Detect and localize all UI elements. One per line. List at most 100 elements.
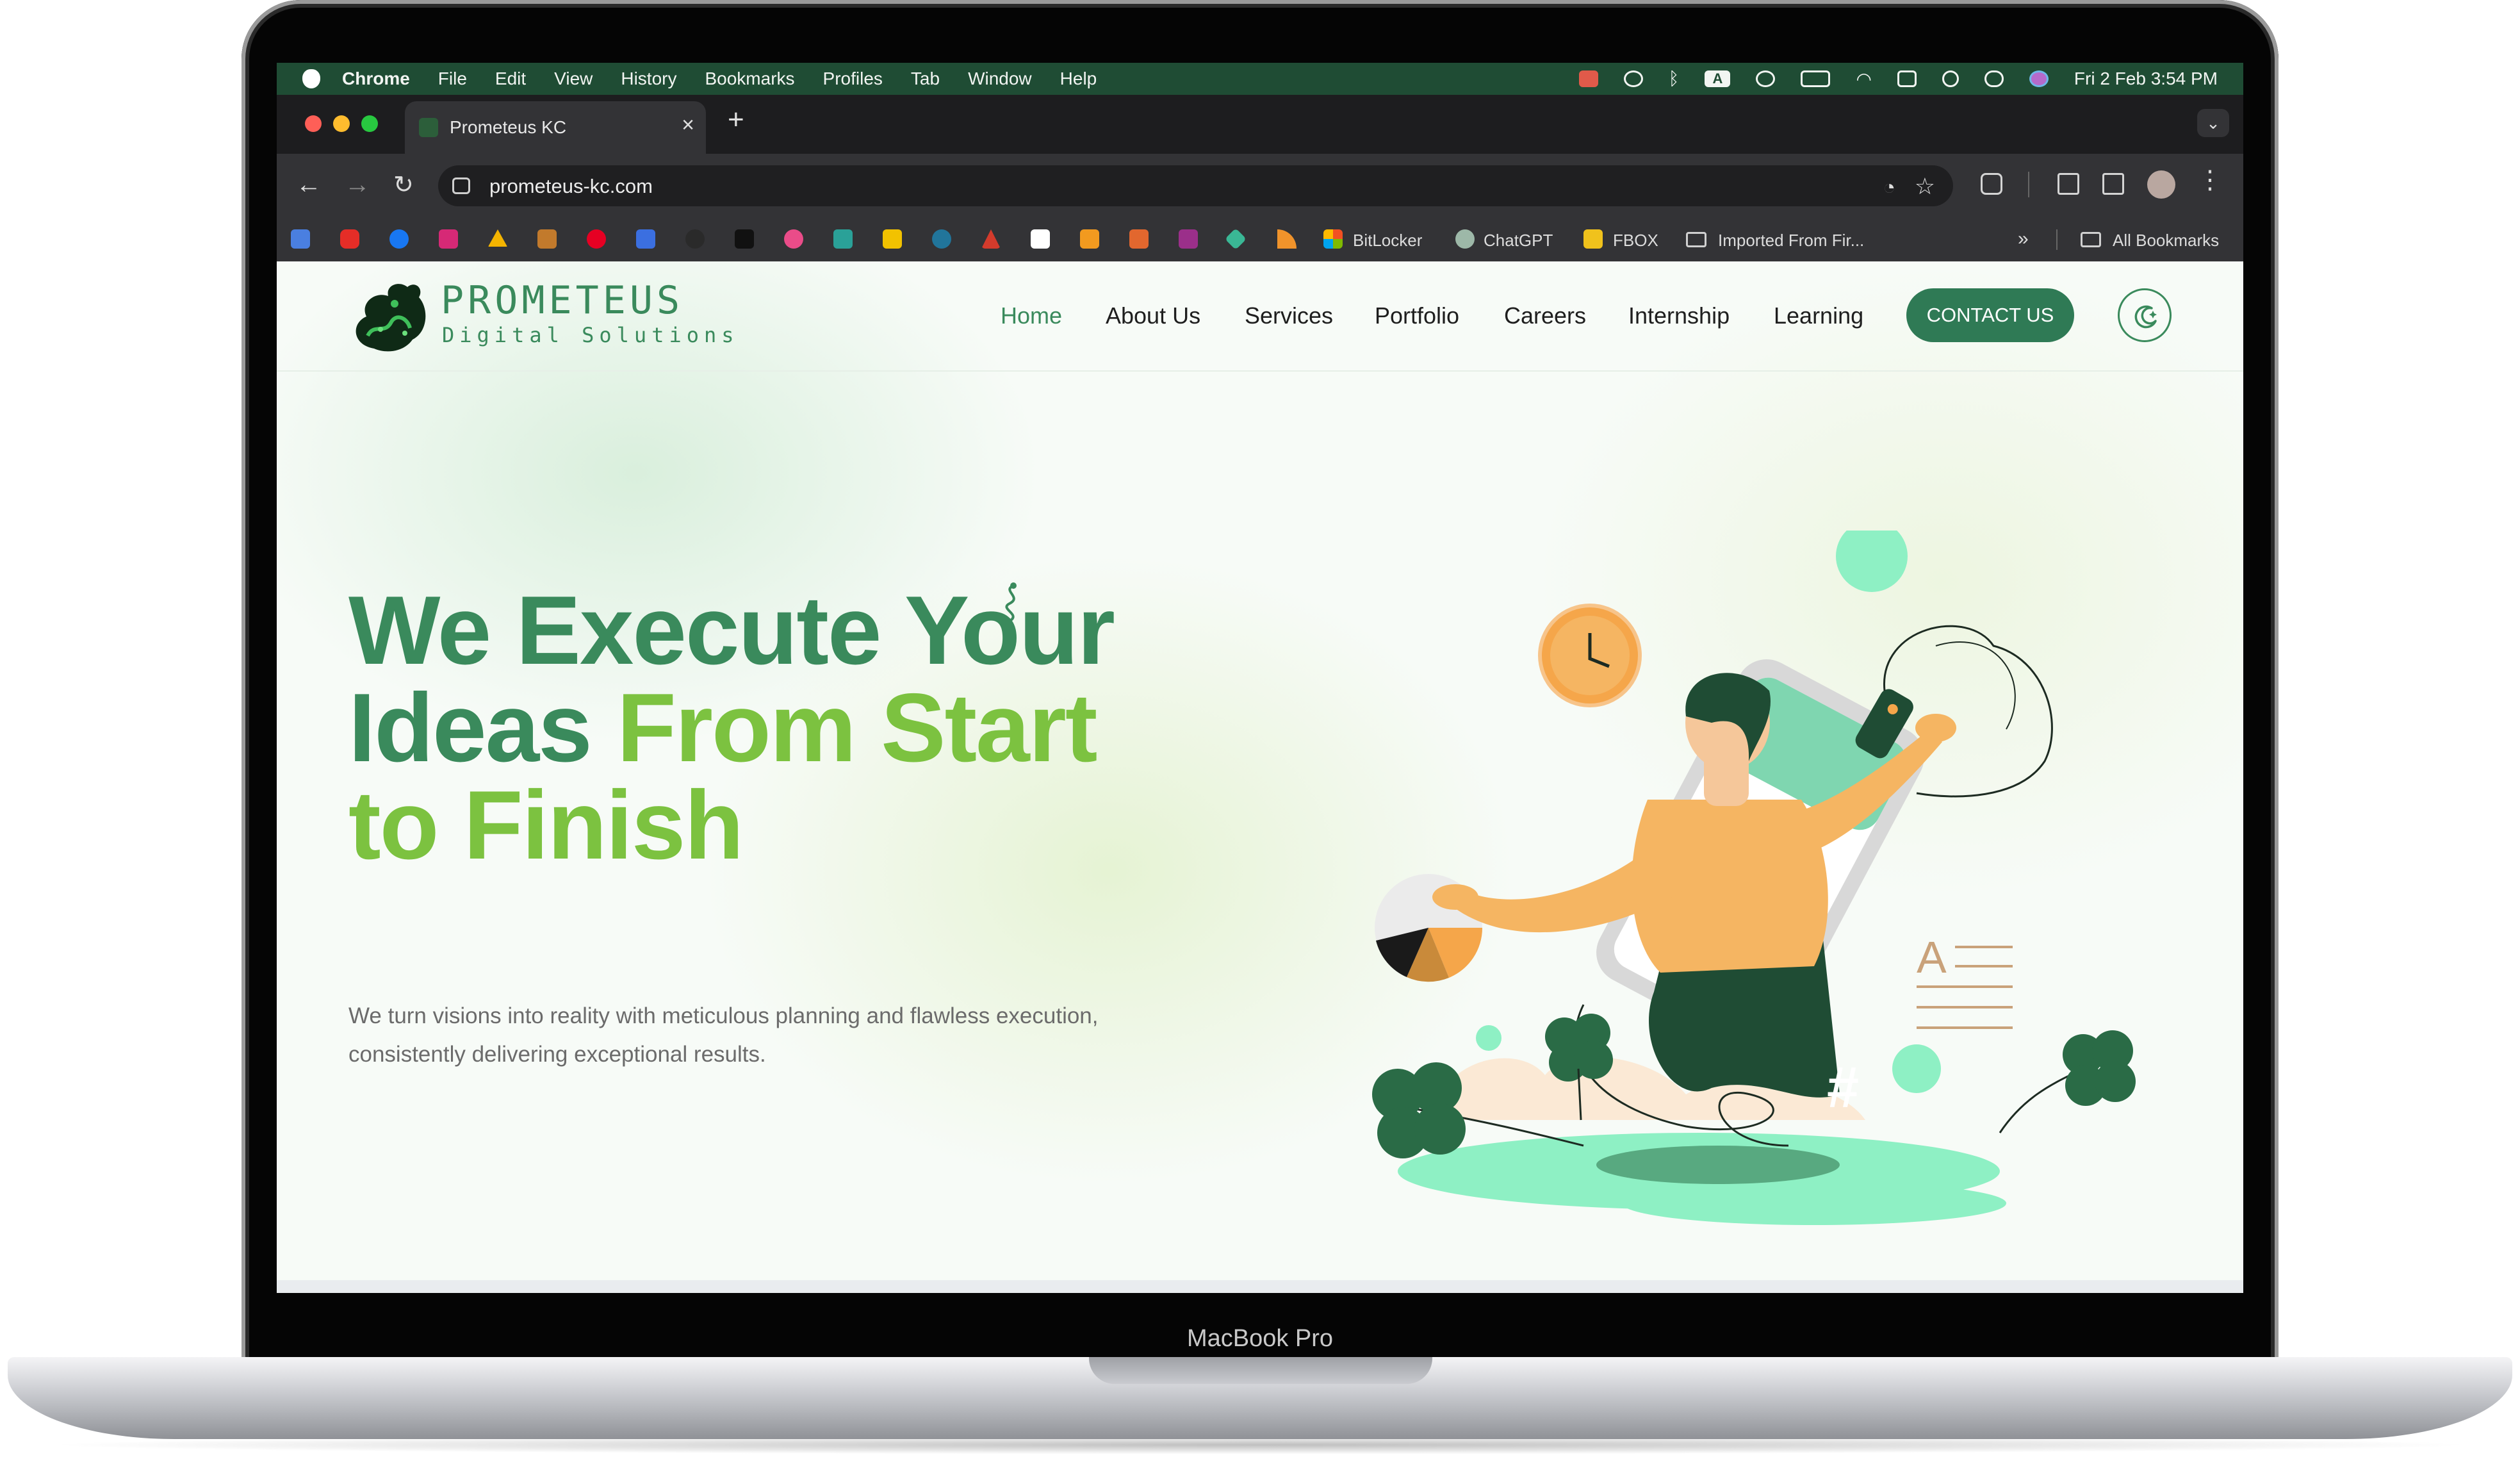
adobe-icon[interactable] [981, 229, 1001, 249]
bluetooth-icon[interactable]: ᛒ [1669, 69, 1680, 89]
dribbble-icon[interactable] [784, 229, 803, 249]
apple-icon[interactable] [302, 69, 320, 88]
control-center-icon[interactable] [1984, 70, 2004, 87]
reload-icon[interactable]: ↻ [393, 170, 414, 199]
battery-icon[interactable] [1801, 70, 1831, 87]
nav-portfolio[interactable]: Portfolio [1375, 302, 1459, 329]
reading-list-icon[interactable] [2058, 173, 2079, 195]
menu-clock[interactable]: Fri 2 Feb 3:54 PM [2074, 69, 2218, 89]
folder-icon[interactable] [1686, 232, 1706, 247]
extensions-icon[interactable] [1981, 173, 2002, 195]
window-close-button[interactable] [305, 115, 322, 132]
docs-icon[interactable] [833, 229, 853, 249]
translate-icon[interactable] [291, 229, 310, 249]
profile-avatar[interactable] [2147, 170, 2175, 199]
laptop-hinge-notch [1089, 1357, 1432, 1384]
bookmark-chatgpt[interactable]: ChatGPT [1484, 231, 1553, 251]
forms-icon[interactable] [636, 229, 655, 249]
status-area: ᛒ A ◠ Fri 2 Feb 3:54 PM [1578, 63, 2218, 95]
browser-menu-icon[interactable]: ⋮ [2197, 165, 2223, 195]
bookmarks-overflow-icon[interactable]: » [2018, 228, 2029, 250]
windows-icon[interactable] [1323, 229, 1343, 249]
browser-tab-active[interactable]: Prometeus KC × [405, 101, 706, 154]
theme-toggle-button[interactable] [2118, 288, 2172, 342]
blocks-icon[interactable] [735, 229, 754, 249]
menu-profiles[interactable]: Profiles [823, 69, 883, 89]
bookmark-bitlocker[interactable]: BitLocker [1353, 231, 1422, 251]
github-icon[interactable] [685, 229, 705, 249]
menu-history[interactable]: History [621, 69, 676, 89]
tab-search-button[interactable]: ⌄ [2197, 109, 2229, 137]
sketch-icon[interactable] [1225, 228, 1247, 250]
spotlight-icon[interactable] [1942, 70, 1959, 87]
menu-file[interactable]: File [438, 69, 467, 89]
hero-title-line-2b: From Start [616, 673, 1098, 782]
menu-view[interactable]: View [554, 69, 593, 89]
tab-close-icon[interactable]: × [682, 113, 694, 138]
bookmark-fbox[interactable]: FBOX [1613, 231, 1658, 251]
menu-app-name[interactable]: Chrome [342, 69, 410, 89]
siri-icon[interactable] [2029, 70, 2049, 87]
brand-name[interactable]: PROMETEUS [441, 278, 683, 323]
screen: Chrome File Edit View History Bookmarks … [277, 63, 2243, 1293]
pinterest-icon[interactable] [587, 229, 606, 249]
bee-icon[interactable] [883, 229, 902, 249]
ground-shadow [1596, 1146, 1840, 1184]
svg-text:A: A [1917, 932, 1947, 982]
performance-icon[interactable]: ◔ [1883, 176, 1895, 199]
menu-bookmarks[interactable]: Bookmarks [705, 69, 794, 89]
back-icon[interactable]: ← [296, 170, 322, 199]
airpods-icon[interactable] [1756, 70, 1776, 87]
side-panel-icon[interactable] [2102, 173, 2124, 195]
address-bar[interactable]: prometeus-kc.com ◔ ☆ [438, 165, 1953, 206]
toolbar-divider [2028, 172, 2029, 197]
instagram-icon[interactable] [439, 229, 458, 249]
menu-tab[interactable]: Tab [911, 69, 940, 89]
forward-icon[interactable]: → [345, 170, 370, 199]
facebook-icon[interactable] [389, 229, 409, 249]
record-icon[interactable] [1578, 70, 1598, 87]
play-icon[interactable] [1623, 70, 1643, 87]
rss-icon[interactable] [1277, 229, 1297, 249]
mint-circle-top [1836, 531, 1908, 592]
bookmark-star-icon[interactable]: ☆ [1915, 173, 1935, 200]
all-bookmarks-folder-icon[interactable] [2081, 232, 2101, 247]
window-minimize-button[interactable] [333, 115, 350, 132]
fbox-icon[interactable] [1583, 229, 1603, 249]
moon-icon [2134, 305, 2157, 329]
hero-subtitle: We turn visions into reality with meticu… [348, 1003, 1099, 1067]
url-text[interactable]: prometeus-kc.com [489, 175, 653, 198]
menu-edit[interactable]: Edit [495, 69, 526, 89]
square-icon[interactable] [1080, 229, 1099, 249]
drive-icon[interactable] [488, 229, 507, 247]
youtube-icon[interactable] [340, 229, 359, 249]
wifi-icon[interactable]: ◠ [1856, 69, 1871, 90]
hero-title: We Execute Your Ideas From Start to Fini… [348, 582, 1309, 874]
screen-mirror-icon[interactable] [1897, 70, 1917, 87]
tab-favicon [419, 118, 438, 137]
nav-careers[interactable]: Careers [1504, 302, 1586, 329]
canvas-icon[interactable] [1179, 229, 1198, 249]
menu-window[interactable]: Window [968, 69, 1032, 89]
hero-title-line-3: to Finish [348, 771, 744, 880]
gitlab-icon[interactable] [1129, 229, 1149, 249]
hero-title-line-1: We Execute Your [348, 576, 1115, 685]
nav-internship[interactable]: Internship [1628, 302, 1730, 329]
bookmark-icon[interactable] [537, 229, 557, 249]
nav-services[interactable]: Services [1245, 302, 1333, 329]
window-zoom-button[interactable] [361, 115, 378, 132]
nav-learning[interactable]: Learning [1774, 302, 1863, 329]
wordpress-icon[interactable] [932, 229, 951, 249]
site-info-icon[interactable] [452, 177, 470, 194]
all-bookmarks[interactable]: All Bookmarks [2113, 231, 2219, 251]
keyboard-input-icon[interactable]: A [1705, 70, 1731, 87]
contact-us-button[interactable]: CONTACT US [1906, 288, 2074, 342]
prometeus-logo-icon[interactable] [348, 278, 432, 354]
chatgpt-icon[interactable] [1455, 229, 1475, 249]
new-tab-button[interactable]: + [728, 104, 744, 136]
bookmark-imported-folder[interactable]: Imported From Fir... [1718, 231, 1864, 251]
nav-home[interactable]: Home [1001, 302, 1062, 329]
menu-help[interactable]: Help [1060, 69, 1097, 89]
nav-about-us[interactable]: About Us [1106, 302, 1200, 329]
cc-icon[interactable] [1031, 229, 1050, 249]
